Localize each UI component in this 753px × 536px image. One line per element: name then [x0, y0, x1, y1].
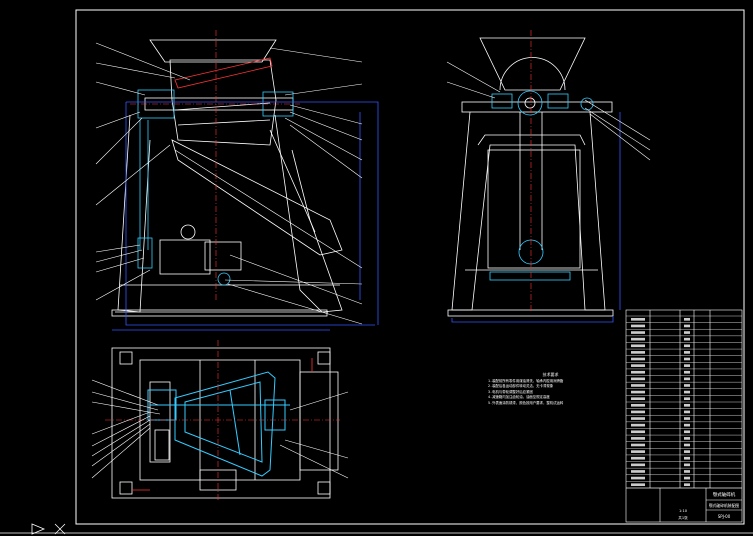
bom-cell-text — [631, 384, 645, 387]
bom-cell-text — [631, 357, 645, 361]
bom-cell-text — [631, 390, 645, 394]
bom-cell-text — [684, 450, 690, 453]
bom-cell-text — [684, 483, 690, 487]
bom-cell-text — [684, 437, 690, 440]
bom-cell-text — [684, 357, 690, 361]
note-line: 5.外表面涂防锈漆，颜色按用户要求，整机试运转 — [488, 400, 564, 405]
top-view — [111, 347, 339, 499]
bom-cell-text — [631, 456, 645, 460]
ucs-icon — [0, 523, 753, 535]
front-dimensions — [112, 101, 379, 331]
bom-cell-text — [684, 410, 690, 414]
technical-notes-title: 技术要求 — [542, 372, 559, 377]
bom-cell-text — [631, 437, 645, 440]
bom-cell-text — [631, 370, 645, 374]
bom-cell-text — [684, 443, 690, 447]
bom-cell-text — [631, 403, 645, 407]
bom-cell-text — [684, 370, 690, 374]
bom-cell-text — [631, 331, 645, 334]
bom-cell-text — [631, 423, 645, 427]
bom-cell-text — [631, 470, 645, 473]
bom-cell-text — [684, 337, 690, 341]
bom-cell-text — [684, 384, 690, 387]
bom-cell-text — [684, 324, 690, 328]
front-leaders-right — [174, 47, 363, 325]
bom-cell-text — [684, 417, 690, 420]
bom-cell-text — [631, 450, 645, 453]
bom-cell-text — [631, 344, 645, 348]
bom-cell-text — [631, 430, 645, 434]
title-block-name: 颚式破碎机 — [713, 491, 736, 498]
bom-cell-text — [684, 470, 690, 473]
bom-cell-text — [631, 476, 645, 480]
side-view — [447, 37, 614, 317]
bom-cell-text — [684, 456, 690, 460]
bom-cell-text — [631, 337, 645, 341]
drawing-canvas: 颚式破碎机 颚式破碎机装配图 SPJ-00 1:10 共1张 — [0, 9, 753, 535]
drawing-border — [75, 9, 745, 525]
bom-cell-text — [684, 317, 690, 321]
bom-table — [625, 309, 743, 523]
bom-cell-text — [684, 423, 690, 427]
bom-cell-text — [684, 476, 690, 480]
bom-cell-text — [631, 397, 645, 401]
bom-rows — [626, 315, 742, 489]
bom-cell-text — [684, 344, 690, 348]
bom-cell-text — [631, 443, 645, 447]
bom-cell-text — [684, 463, 690, 467]
technical-notes: 技术要求 1.装配前所有零件用煤油清洗，轴承内腔用润滑脂 2.装配后各运动部件转… — [488, 372, 613, 407]
bom-cell-text — [684, 364, 690, 367]
bom-cell-text — [631, 324, 645, 328]
title-block-code: SPJ-00 — [718, 514, 731, 519]
bom-cell-text — [684, 351, 690, 354]
title-block-scale: 1:10 — [679, 509, 688, 513]
bom-cell-text — [631, 410, 645, 414]
front-view — [111, 39, 343, 317]
bom-cell-text — [684, 403, 690, 407]
bom-cell-text — [631, 351, 645, 354]
bom-cell-text — [684, 377, 690, 381]
bom-cell-text — [631, 317, 645, 321]
bom-cell-text — [684, 331, 690, 334]
bom-cell-text — [631, 483, 645, 487]
bom-cell-text — [631, 364, 645, 367]
bom-cell-text — [684, 390, 690, 394]
title-block-sheet: 共1张 — [678, 515, 688, 520]
bom-cell-text — [631, 417, 645, 420]
bom-cell-text — [684, 397, 690, 401]
bom-cell-text — [684, 430, 690, 434]
bom-cell-text — [631, 463, 645, 467]
top-leaders — [91, 379, 349, 479]
bom-cell-text — [631, 377, 645, 381]
title-block-name2: 颚式破碎机装配图 — [709, 503, 740, 508]
